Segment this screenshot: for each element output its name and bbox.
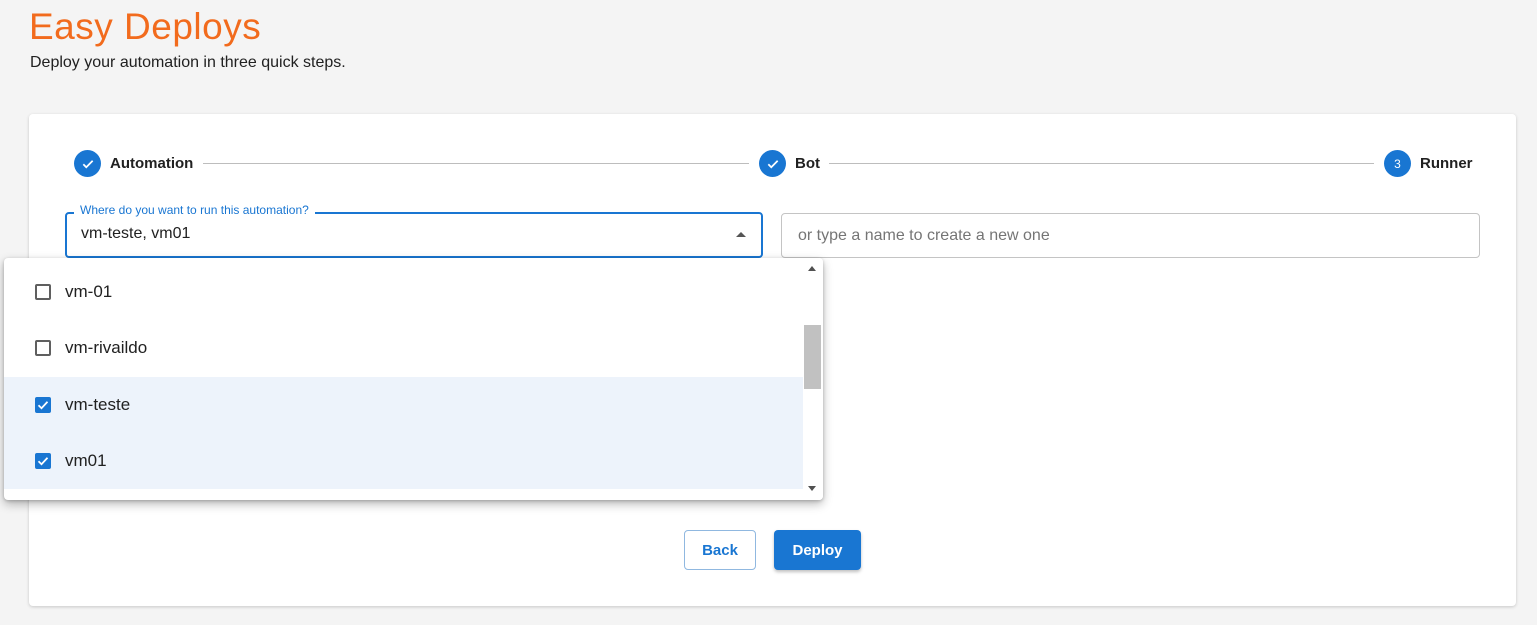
step-label: Runner: [1420, 155, 1473, 172]
new-runner-input[interactable]: [781, 213, 1480, 258]
option-vm-teste[interactable]: vm-teste: [4, 377, 803, 433]
step-connector: [829, 163, 1374, 164]
runner-select-value[interactable]: vm-teste, vm01: [81, 225, 190, 243]
checkbox-checked[interactable]: [35, 453, 51, 469]
page-subtitle: Deploy your automation in three quick st…: [30, 54, 346, 71]
option-label: vm-rivaildo: [65, 338, 148, 357]
check-icon: [74, 150, 101, 177]
checkbox-checked[interactable]: [35, 397, 51, 413]
step-automation: Automation: [74, 150, 193, 177]
scrollbar-thumb[interactable]: [804, 325, 821, 389]
option-vm-rivaildo[interactable]: vm-rivaildo: [4, 320, 803, 376]
scroll-down-arrow-icon[interactable]: [808, 486, 816, 491]
checkbox[interactable]: [35, 340, 51, 356]
option-vm01[interactable]: vm01: [4, 433, 803, 489]
checkbox[interactable]: [35, 284, 51, 300]
check-icon: [37, 457, 49, 466]
step-bot: Bot: [759, 150, 820, 177]
scroll-up-arrow-icon[interactable]: [808, 266, 816, 271]
back-button[interactable]: Back: [684, 530, 756, 570]
runner-select-label: Where do you want to run this automation…: [74, 203, 315, 217]
step-label: Automation: [110, 155, 194, 172]
runner-dropdown-menu: vm-01 vm-rivaildo vm-teste vm01: [4, 258, 823, 500]
option-label: vm-01: [65, 282, 113, 301]
check-icon: [759, 150, 786, 177]
step-number: 3: [1384, 150, 1411, 177]
option-label: vm01: [65, 451, 107, 470]
deploy-button[interactable]: Deploy: [774, 530, 861, 570]
check-icon: [37, 401, 49, 410]
step-runner: 3 Runner: [1384, 150, 1473, 177]
option-label: vm-teste: [65, 395, 131, 414]
step-connector: [203, 163, 749, 164]
page-title: Easy Deploys: [29, 6, 262, 47]
caret-up-icon[interactable]: [736, 232, 746, 237]
step-label: Bot: [795, 155, 820, 172]
option-vm-01[interactable]: vm-01: [4, 264, 803, 320]
